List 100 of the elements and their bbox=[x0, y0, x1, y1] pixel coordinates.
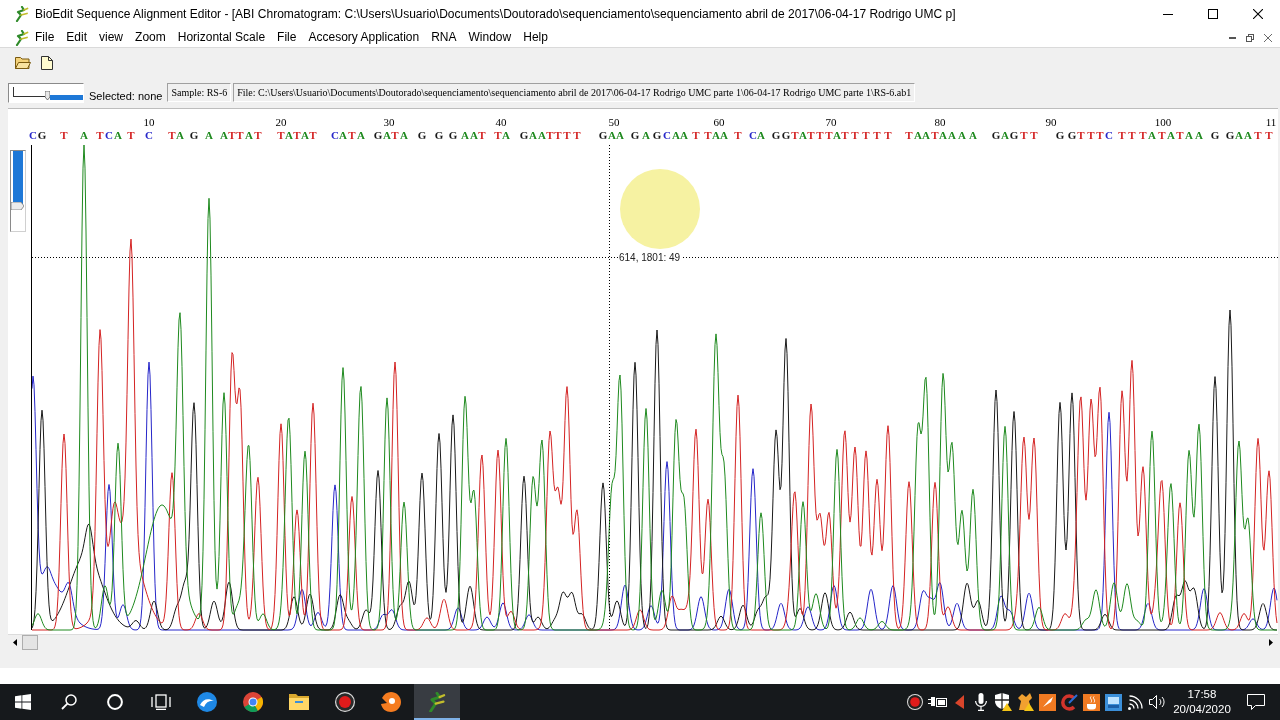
base-call: A bbox=[1185, 129, 1193, 141]
menu-item[interactable]: Edit bbox=[60, 29, 94, 46]
vertical-slider[interactable] bbox=[10, 150, 26, 232]
restore-icon[interactable] bbox=[1246, 33, 1254, 42]
notification-icon[interactable] bbox=[1247, 694, 1265, 710]
tile-icon[interactable] bbox=[1038, 693, 1056, 711]
base-call: A bbox=[712, 129, 720, 141]
caret-icon[interactable] bbox=[1269, 639, 1273, 646]
menu-item[interactable]: Horizontal Scale bbox=[171, 29, 272, 46]
clock-time[interactable]: 17:58 bbox=[1187, 687, 1217, 702]
ruler-number: 80 bbox=[934, 116, 946, 128]
start-icon[interactable] bbox=[15, 694, 31, 710]
base-call: G bbox=[448, 129, 458, 141]
zigzag-icon bbox=[15, 29, 29, 46]
base-call: C bbox=[749, 129, 757, 141]
base-call: A bbox=[1235, 129, 1243, 141]
base-call: A bbox=[608, 129, 616, 141]
base-call: C bbox=[663, 129, 671, 141]
base-call: A bbox=[176, 129, 184, 141]
crosshair-readout: 614, 1801: 49 bbox=[618, 252, 682, 263]
close-icon[interactable] bbox=[1252, 9, 1263, 19]
record-icon[interactable] bbox=[907, 694, 923, 710]
window-tile-icon[interactable] bbox=[1104, 693, 1122, 711]
base-call: T bbox=[1020, 129, 1028, 141]
shield-icon[interactable] bbox=[994, 693, 1012, 711]
menu-item[interactable]: view bbox=[93, 29, 130, 46]
cup-tile-icon[interactable] bbox=[1082, 693, 1100, 711]
base-call: T bbox=[391, 129, 399, 141]
search-icon[interactable] bbox=[61, 694, 77, 710]
base-call: T bbox=[1096, 129, 1104, 141]
base-call: T bbox=[1077, 129, 1085, 141]
base-call: A bbox=[400, 129, 408, 141]
base-call: A bbox=[799, 129, 807, 141]
menu-item[interactable]: Zoom bbox=[129, 29, 172, 46]
menu-item[interactable]: File bbox=[271, 29, 303, 46]
ruler-number: 90 bbox=[1045, 116, 1057, 128]
base-call: T bbox=[293, 129, 301, 141]
base-call: C bbox=[1105, 129, 1113, 141]
menu-item[interactable]: Help bbox=[517, 29, 554, 46]
base-call: A bbox=[1148, 129, 1156, 141]
base-call: C bbox=[145, 129, 153, 141]
base-call: T bbox=[573, 129, 581, 141]
base-call: G bbox=[1009, 129, 1019, 141]
ring-icon[interactable] bbox=[243, 692, 263, 712]
scroll-thumb[interactable] bbox=[22, 635, 38, 650]
speaker-icon[interactable] bbox=[1148, 695, 1166, 709]
base-call: G bbox=[1067, 129, 1077, 141]
circle-icon[interactable] bbox=[107, 694, 123, 710]
base-call: A bbox=[80, 129, 88, 141]
base-call: T bbox=[563, 129, 571, 141]
base-call: T bbox=[168, 129, 176, 141]
base-call: A bbox=[1167, 129, 1175, 141]
base-call: T bbox=[825, 129, 833, 141]
folder-icon[interactable] bbox=[289, 694, 309, 710]
slider-thumb[interactable] bbox=[44, 90, 50, 100]
base-call: T bbox=[228, 129, 236, 141]
zigzag-icon[interactable] bbox=[428, 691, 446, 713]
menu-item[interactable]: RNA bbox=[425, 29, 463, 46]
base-call: A bbox=[529, 129, 537, 141]
base-call: T bbox=[1139, 129, 1147, 141]
base-call: A bbox=[1001, 129, 1009, 141]
maximize-icon[interactable] bbox=[1207, 9, 1218, 19]
base-call: A bbox=[357, 129, 365, 141]
base-call: T bbox=[816, 129, 824, 141]
base-call: A bbox=[948, 129, 956, 141]
figure-icon[interactable] bbox=[1016, 693, 1034, 711]
base-call: T bbox=[1118, 129, 1126, 141]
swirl-icon[interactable] bbox=[197, 692, 217, 712]
base-call: T bbox=[236, 129, 244, 141]
record-icon[interactable] bbox=[335, 692, 355, 712]
ruler-number: 40 bbox=[495, 116, 507, 128]
base-call: T bbox=[348, 129, 356, 141]
menu-item[interactable]: File bbox=[29, 29, 61, 46]
slider-thumb[interactable] bbox=[11, 201, 24, 210]
base-call: T bbox=[841, 129, 849, 141]
base-call: A bbox=[757, 129, 765, 141]
base-call: T bbox=[1128, 129, 1136, 141]
base-call: A bbox=[339, 129, 347, 141]
battery-icon[interactable] bbox=[927, 697, 947, 707]
base-call: T bbox=[851, 129, 859, 141]
minimize-icon[interactable] bbox=[1162, 13, 1173, 15]
base-call: C bbox=[29, 129, 37, 141]
arc-icon[interactable] bbox=[1060, 693, 1078, 711]
clock-date[interactable]: 20/04/2020 bbox=[1173, 702, 1231, 717]
triangle-icon[interactable] bbox=[954, 695, 964, 709]
menu-item[interactable]: Accesory Application bbox=[302, 29, 426, 46]
ruler-number: 70 bbox=[825, 116, 837, 128]
ruler-number: 50 bbox=[608, 116, 620, 128]
wifi-icon[interactable] bbox=[1127, 694, 1143, 710]
base-call: A bbox=[1244, 129, 1252, 141]
caret-icon[interactable] bbox=[13, 639, 17, 646]
base-call: T bbox=[1087, 129, 1095, 141]
base-call: T bbox=[862, 129, 870, 141]
base-call: A bbox=[220, 129, 228, 141]
horizontal-slider[interactable] bbox=[8, 82, 84, 103]
microphone-icon[interactable] bbox=[975, 693, 987, 711]
base-call: A bbox=[1195, 129, 1203, 141]
base-call: T bbox=[309, 129, 317, 141]
task-view-icon[interactable] bbox=[151, 694, 171, 710]
menu-item[interactable]: Window bbox=[462, 29, 518, 46]
